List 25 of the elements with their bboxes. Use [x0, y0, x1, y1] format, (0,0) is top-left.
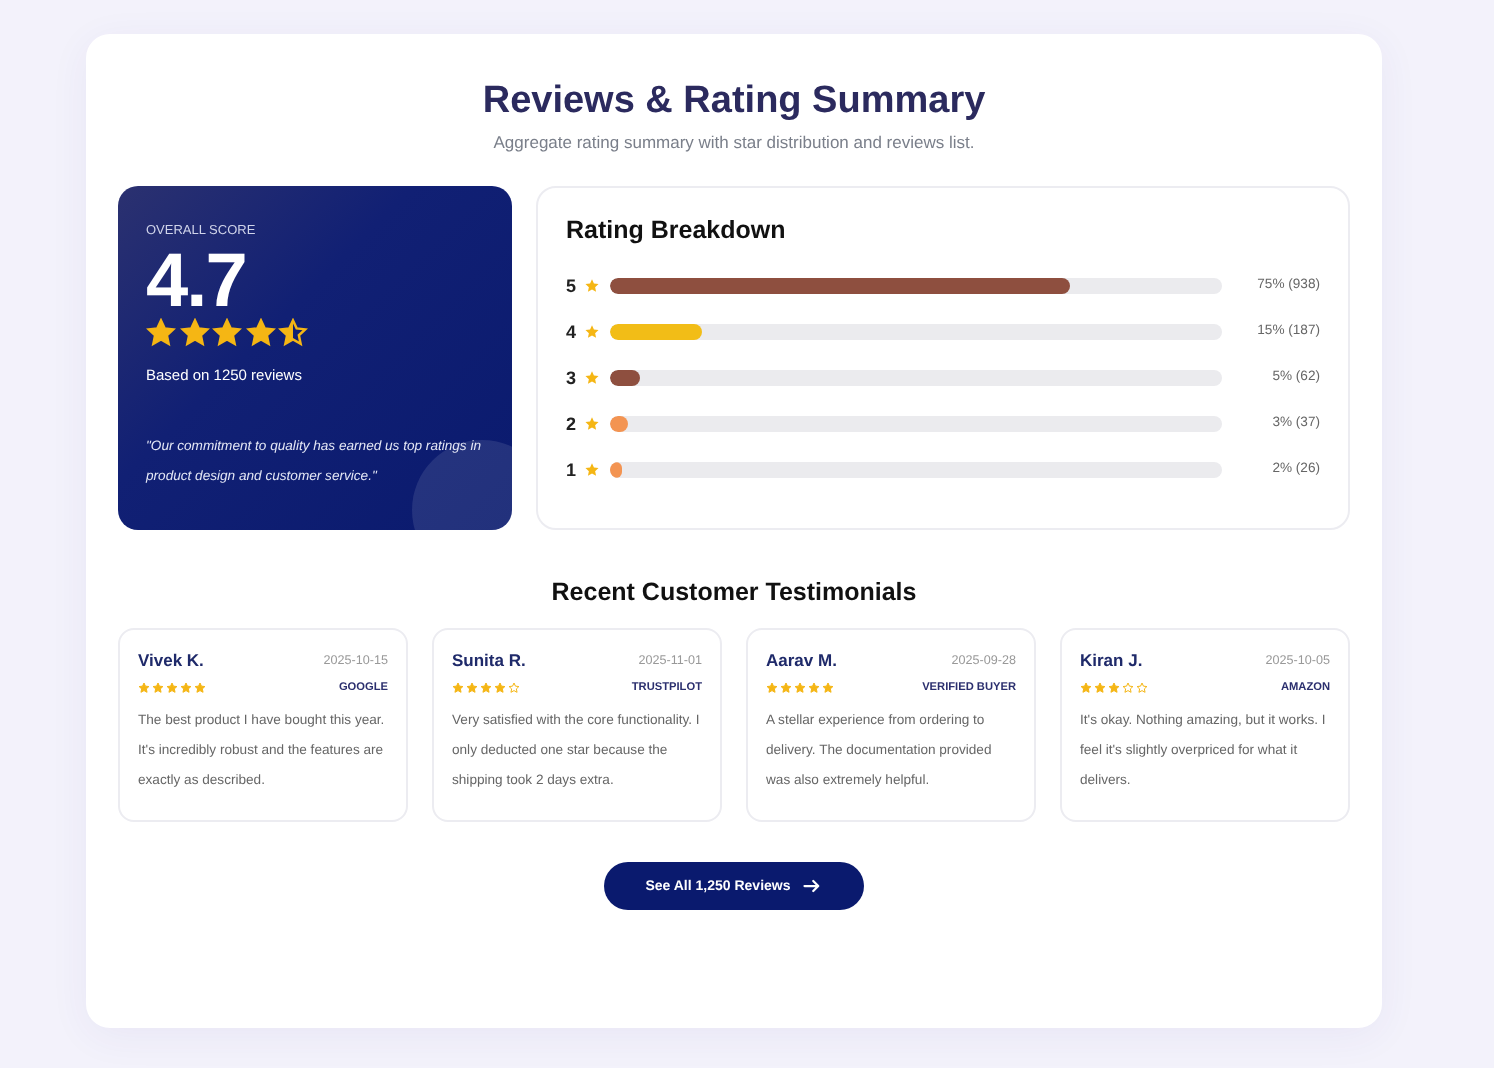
- star-number: 2: [566, 413, 578, 433]
- star-icon: [278, 318, 308, 348]
- star-number: 4: [566, 321, 578, 341]
- star-icon: [584, 369, 600, 385]
- star-icon: [245, 318, 275, 348]
- breakdown-title: Rating Breakdown: [566, 216, 788, 244]
- star-icon: [584, 461, 600, 477]
- star-icon: [584, 323, 600, 339]
- star-number: 1: [566, 459, 578, 479]
- reviewer-name: Kiran J.: [1080, 650, 1143, 670]
- score-value: 4.7: [146, 248, 246, 316]
- star-icon: [584, 415, 600, 431]
- star-icon: [212, 318, 242, 348]
- star-icon: [146, 318, 176, 348]
- star-number: 3: [566, 367, 578, 387]
- section-title: Recent Customer Testimonials: [549, 578, 919, 606]
- star-number: 5: [566, 275, 578, 295]
- star-icon: [584, 277, 600, 293]
- arrow-right-icon: [802, 876, 823, 896]
- reviewer-name: Aarav M.: [766, 650, 837, 670]
- page-title: Reviews & Rating Summary: [480, 78, 988, 126]
- star-icon: [179, 318, 209, 348]
- reviewer-name: Vivek K.: [138, 650, 204, 670]
- reviewer-name: Sunita R.: [452, 650, 526, 670]
- page-subtitle: Aggregate rating summary with star distribution and reviews list.: [491, 132, 977, 152]
